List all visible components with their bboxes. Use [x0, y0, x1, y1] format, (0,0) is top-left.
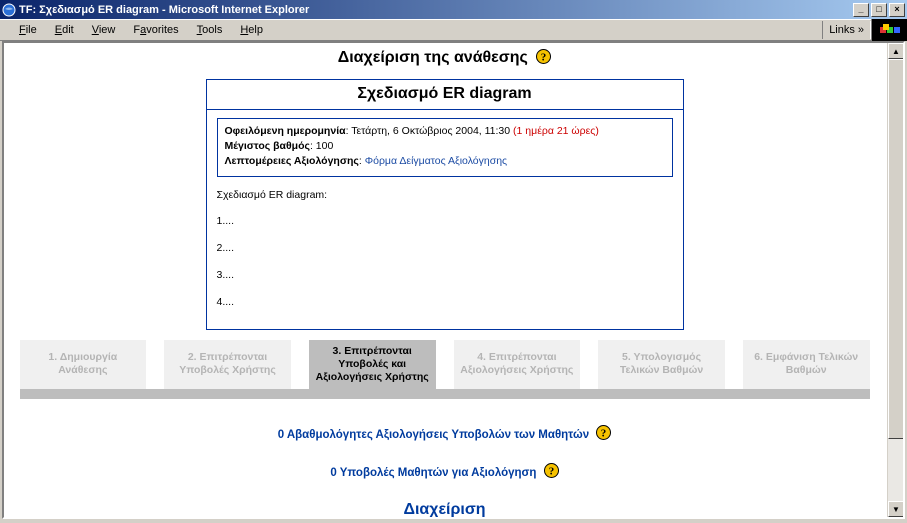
max-grade-value: 100 — [316, 140, 334, 152]
desc-item: 1.... — [217, 213, 673, 230]
desc-item: 4.... — [217, 294, 673, 311]
svg-text:?: ? — [601, 428, 607, 440]
svg-text:?: ? — [541, 52, 547, 64]
tab-phase-3[interactable]: 3. Επιτρέπονται Υποβολές και Αξιολογήσει… — [309, 340, 436, 389]
throbber-icon — [871, 19, 907, 41]
assignment-title: Σχεδιασμό ER diagram — [207, 80, 683, 110]
desc-item: 2.... — [217, 240, 673, 257]
content-viewport: Διαχείριση της ανάθεσης ? Σχεδιασμό ER d… — [2, 41, 905, 519]
assignment-info: Οφειλόμενη ημερομηνία: Τετάρτη, 6 Οκτώβρ… — [217, 118, 673, 177]
menu-tools[interactable]: Tools — [188, 22, 232, 38]
links-toolbar[interactable]: Links » — [822, 21, 871, 39]
tab-phase-2[interactable]: 2. Επιτρέπονται Υποβολές Χρήστης — [164, 340, 291, 389]
scroll-up-button[interactable]: ▲ — [888, 43, 904, 59]
page-content: Διαχείριση της ανάθεσης ? Σχεδιασμό ER d… — [4, 43, 885, 517]
help-icon[interactable]: ? — [536, 49, 551, 64]
svg-text:?: ? — [548, 466, 554, 478]
student-submissions-link[interactable]: 0 Υποβολές Μαθητών για Αξιολόγηση ? — [4, 463, 885, 479]
desc-item: 3.... — [217, 267, 673, 284]
vertical-scrollbar[interactable]: ▲ ▼ — [887, 43, 903, 517]
menu-bar: File Edit View Favorites Tools Help Link… — [0, 19, 907, 41]
maximize-button[interactable]: □ — [871, 3, 887, 17]
desc-intro: Σχεδιασμό ER diagram: — [217, 187, 673, 204]
title-bar: TF: Σχεδιασμό ER diagram - Microsoft Int… — [0, 0, 907, 19]
ie-icon — [2, 3, 16, 17]
menu-view[interactable]: View — [83, 22, 125, 38]
chevron-right-icon: » — [858, 24, 864, 36]
due-date-remaining: (1 ημέρα 21 ώρες) — [513, 125, 599, 137]
tab-phase-6[interactable]: 6. Εμφάνιση Τελικών Βαθμών — [743, 340, 870, 389]
scroll-thumb[interactable] — [888, 59, 904, 439]
due-date-value: Τετάρτη, 6 Οκτώβριος 2004, 11:30 — [351, 125, 510, 137]
assignment-description: Σχεδιασμό ER diagram: 1.... 2.... 3.... … — [217, 187, 673, 311]
minimize-button[interactable]: _ — [853, 3, 869, 17]
assignment-box: Σχεδιασμό ER diagram Οφειλόμενη ημερομην… — [206, 79, 684, 330]
window-title: TF: Σχεδιασμό ER diagram - Microsoft Int… — [19, 4, 851, 16]
grading-form-link[interactable]: Φόρμα Δείγματος Αξιολόγησης — [365, 155, 507, 167]
tab-phase-1[interactable]: 1. Δημιουργία Ανάθεσης — [20, 340, 147, 389]
tab-phase-5[interactable]: 5. Υπολογισμός Τελικών Βαθμών — [598, 340, 725, 389]
scroll-down-button[interactable]: ▼ — [888, 501, 904, 517]
menu-file[interactable]: File — [10, 22, 46, 38]
grading-details-label: Λεπτομέρειες Αξιολόγησης — [225, 155, 359, 167]
admin-heading[interactable]: Διαχείριση — [4, 501, 885, 517]
action-links: 0 Αβαθμολόγητες Αξιολογήσεις Υποβολών τω… — [4, 425, 885, 479]
max-grade-label: Μέγιστος βαθμός — [225, 140, 310, 152]
menu-edit[interactable]: Edit — [46, 22, 83, 38]
menu-help[interactable]: Help — [231, 22, 272, 38]
tab-phase-4[interactable]: 4. Επιτρέπονται Αξιολογήσεις Χρήστης — [454, 340, 581, 389]
help-icon[interactable]: ? — [596, 425, 611, 440]
ungraded-assessments-link[interactable]: 0 Αβαθμολόγητες Αξιολογήσεις Υποβολών τω… — [4, 425, 885, 441]
help-icon[interactable]: ? — [544, 463, 559, 478]
close-button[interactable]: × — [889, 3, 905, 17]
phase-tabs: 1. Δημιουργία Ανάθεσης 2. Επιτρέπονται Υ… — [20, 340, 870, 399]
due-date-label: Οφειλόμενη ημερομηνία — [225, 125, 346, 137]
menu-favorites[interactable]: Favorites — [124, 22, 187, 38]
page-heading: Διαχείριση της ανάθεσης ? — [4, 43, 885, 73]
tab-underline — [20, 389, 870, 399]
